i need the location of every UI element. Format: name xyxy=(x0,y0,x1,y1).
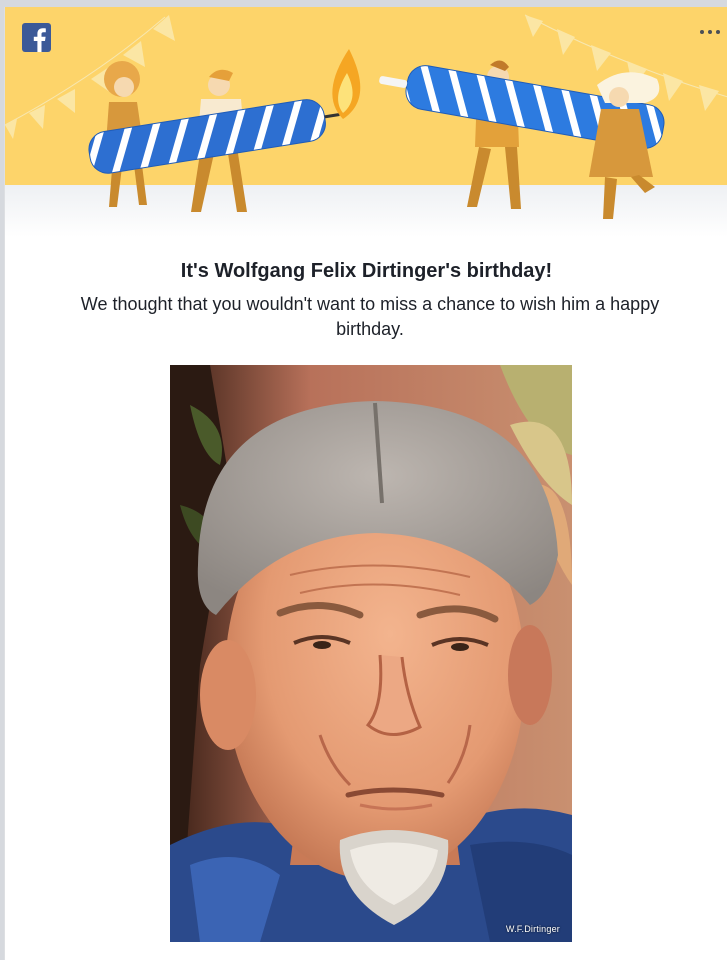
birthday-notification-card: It's Wolfgang Felix Dirtinger's birthday… xyxy=(4,7,727,960)
profile-photo[interactable]: W.F.Dirtinger xyxy=(170,365,572,942)
photo-watermark: W.F.Dirtinger xyxy=(505,924,560,934)
more-horizontal-icon xyxy=(700,30,704,34)
facebook-logo[interactable] xyxy=(22,23,51,52)
birthday-banner xyxy=(5,7,727,237)
facebook-f-icon xyxy=(33,28,46,52)
more-horizontal-icon xyxy=(708,30,712,34)
more-horizontal-icon xyxy=(716,30,720,34)
more-options-button[interactable] xyxy=(698,23,724,39)
birthday-message: We thought that you wouldn't want to mis… xyxy=(80,294,660,339)
birthday-heading: It's Wolfgang Felix Dirtinger's birthday… xyxy=(180,260,553,282)
profile-photo-image xyxy=(170,365,572,942)
